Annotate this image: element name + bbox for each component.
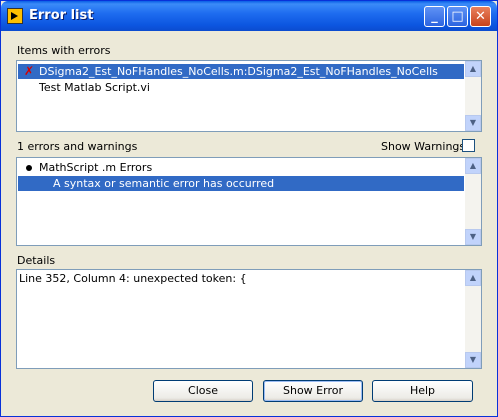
scroll-down-icon[interactable]: ▼ <box>465 352 481 368</box>
help-button[interactable]: Help <box>372 380 473 402</box>
maximize-icon: □ <box>451 9 464 24</box>
scroll-down-icon[interactable]: ▼ <box>465 115 481 131</box>
details-scrollbar[interactable]: ▲ ▼ <box>465 270 481 368</box>
window-title: Error list <box>29 8 94 23</box>
scroll-up-icon[interactable]: ▲ <box>465 61 481 77</box>
show-warnings-label: Show Warnings <box>381 140 466 153</box>
minimize-button[interactable]: _ <box>424 6 445 27</box>
details-text: Line 352, Column 4: unexpected token: { <box>19 272 247 285</box>
list-item-error-file[interactable]: ✗ DSigma2_Est_NoFHandles_NoCells.m:DSigm… <box>18 64 464 79</box>
bullet-icon <box>26 165 32 171</box>
error-x-icon: ✗ <box>24 64 35 78</box>
title-bar[interactable]: Error list _ □ ✕ <box>1 1 497 31</box>
close-window-button[interactable]: ✕ <box>470 6 491 27</box>
minimize-icon: _ <box>431 9 438 24</box>
errors-warnings-list[interactable]: MathScript .m Errors A syntax or semanti… <box>16 157 482 246</box>
errors-scrollbar[interactable]: ▲ ▼ <box>465 158 481 245</box>
errors-count-label: 1 errors and warnings <box>17 140 138 153</box>
list-item-label: A syntax or semantic error has occurred <box>53 177 275 190</box>
scroll-down-icon[interactable]: ▼ <box>465 229 481 245</box>
close-icon: ✕ <box>475 9 486 24</box>
scroll-up-icon[interactable]: ▲ <box>465 270 481 286</box>
error-list-window: Error list _ □ ✕ Items with errors ✗ DSi… <box>0 0 498 417</box>
labview-app-icon <box>7 8 23 24</box>
details-label: Details <box>17 254 56 267</box>
maximize-button[interactable]: □ <box>447 6 468 27</box>
items-with-errors-label: Items with errors <box>17 44 111 57</box>
items-scrollbar[interactable]: ▲ ▼ <box>465 61 481 131</box>
show-warnings-checkbox[interactable] <box>462 139 475 152</box>
list-item-label: Test Matlab Script.vi <box>39 81 150 94</box>
close-button[interactable]: Close <box>153 380 253 402</box>
list-item-label: MathScript .m Errors <box>39 161 153 174</box>
show-error-button[interactable]: Show Error <box>263 380 363 402</box>
list-item-mathscript-errors[interactable]: MathScript .m Errors <box>18 160 464 175</box>
scroll-up-icon[interactable]: ▲ <box>465 158 481 174</box>
list-item-syntax-error[interactable]: A syntax or semantic error has occurred <box>18 176 464 191</box>
list-item-vi[interactable]: Test Matlab Script.vi <box>18 80 464 95</box>
details-textbox[interactable]: Line 352, Column 4: unexpected token: { … <box>16 269 482 369</box>
list-item-label: DSigma2_Est_NoFHandles_NoCells.m:DSigma2… <box>39 65 438 78</box>
items-with-errors-list[interactable]: ✗ DSigma2_Est_NoFHandles_NoCells.m:DSigm… <box>16 60 482 132</box>
